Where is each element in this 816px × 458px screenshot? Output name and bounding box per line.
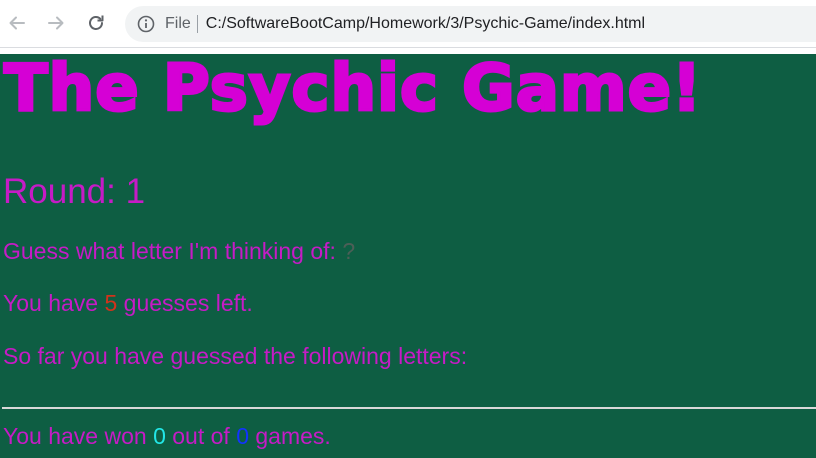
won-middle: out of: [165, 423, 237, 449]
guessed-letters-line: So far you have guessed the following le…: [3, 343, 467, 370]
guesses-left-count: 5: [104, 290, 118, 316]
page-title: The Psychic Game!: [2, 54, 703, 128]
guesses-left-line: You have 5 guesses left.: [3, 290, 253, 317]
guessed-label: So far you have guessed the following le…: [3, 343, 468, 369]
game-page: The Psychic Game! Round: 1 Guess what le…: [0, 54, 816, 458]
divider: [2, 407, 816, 409]
games-count: 0: [236, 423, 249, 449]
guess-prompt: Guess what letter I'm thinking of:: [3, 238, 343, 264]
round-label: Round:: [3, 172, 126, 211]
round-value: 1: [125, 172, 146, 211]
wins-count: 0: [153, 423, 166, 449]
address-bar[interactable]: File C:/SoftwareBootCamp/Homework/3/Psyc…: [125, 6, 816, 42]
guesses-prefix: You have: [3, 290, 105, 316]
round-line: Round: 1: [3, 172, 145, 212]
guess-prompt-line: Guess what letter I'm thinking of: ?: [3, 238, 355, 265]
won-prefix: You have won: [3, 423, 154, 449]
mystery-letter: ?: [342, 238, 356, 264]
file-label: File: [165, 15, 191, 32]
forward-arrow-icon[interactable]: [43, 10, 69, 36]
back-arrow-icon[interactable]: [4, 10, 30, 36]
score-line: You have won 0 out of 0 games.: [3, 423, 331, 450]
reload-icon[interactable]: [83, 10, 109, 36]
info-icon[interactable]: [137, 15, 155, 33]
won-suffix: games.: [248, 423, 331, 449]
url-text[interactable]: C:/SoftwareBootCamp/Homework/3/Psychic-G…: [206, 15, 645, 33]
browser-toolbar: File C:/SoftwareBootCamp/Homework/3/Psyc…: [0, 0, 816, 48]
guesses-suffix: guesses left.: [117, 290, 253, 316]
address-separator: [196, 15, 198, 33]
